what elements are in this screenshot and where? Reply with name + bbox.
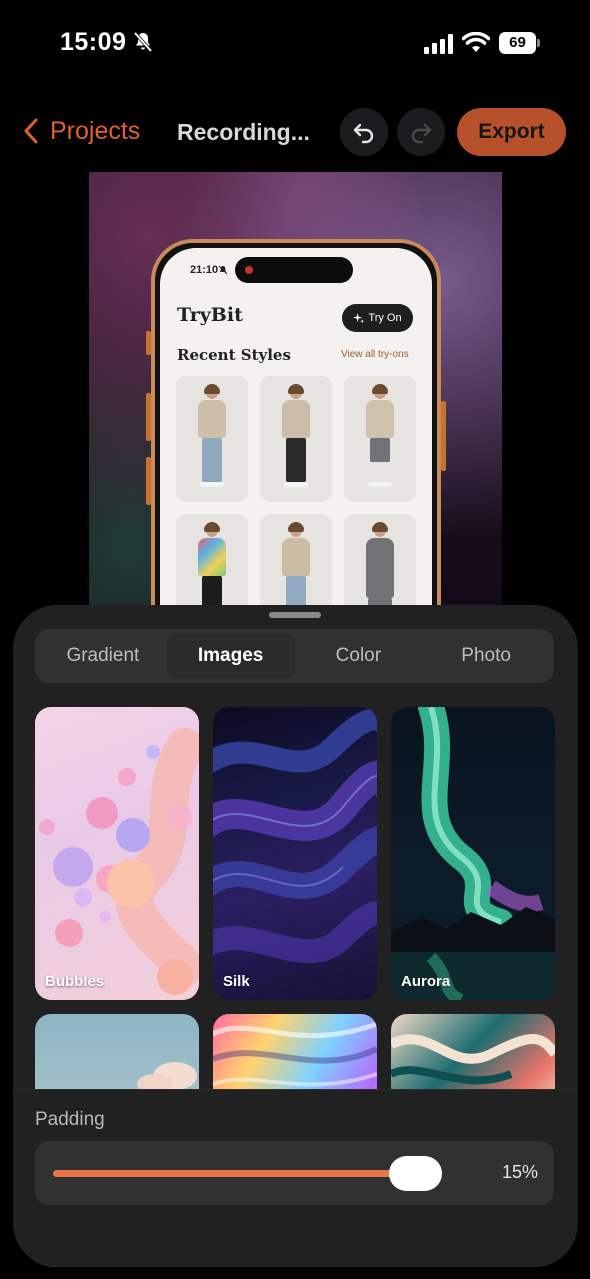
bubbles-thumbnail [39,728,199,995]
model-image [366,522,394,612]
style-card [260,376,332,502]
bell-slash-icon [218,265,228,275]
cellular-signal-icon [424,34,453,54]
background-tile-silk[interactable]: Silk [213,707,377,1000]
back-label: Projects [50,116,141,145]
battery-level: 69 [499,32,536,54]
model-image [366,384,394,487]
padding-label: Padding [35,1109,105,1130]
undo-button[interactable] [340,108,388,156]
bell-slash-icon [133,31,153,53]
model-image [282,522,310,612]
tab-color[interactable]: Color [295,633,423,679]
device-time: 21:10 [190,264,219,276]
try-on-button: Try On [342,304,413,332]
page-title: Recording... [177,119,310,145]
status-time: 15:09 [60,28,127,56]
dynamic-island [235,257,353,283]
redo-button[interactable] [397,108,445,156]
background-tile-aurora[interactable]: Aurora [391,707,555,1000]
redo-icon [411,123,432,144]
app-brand: TryBit [177,304,243,326]
recording-preview-canvas[interactable]: 21:10 TryBit Try On Recent Styles View a… [89,172,502,612]
padding-control: Padding 15% [13,1089,578,1267]
device-side-button [146,457,151,505]
device-side-button [441,401,446,471]
device-side-button [146,393,151,441]
padding-value: 15% [501,1162,538,1182]
nav-bar: Projects Recording... Export [0,105,590,157]
style-card [344,376,416,502]
sparkle-icon [353,312,365,323]
recording-dot [245,266,253,274]
background-type-tabs: Gradient Images Color Photo [35,629,554,683]
section-title: Recent Styles [177,346,291,364]
padding-slider-track[interactable] [53,1170,413,1177]
background-tile-bubbles[interactable]: Bubbles [35,707,199,1000]
sheet-grabber[interactable] [269,612,321,618]
silk-thumbnail [213,708,377,964]
style-card [344,514,416,612]
back-button[interactable]: Projects [22,113,140,149]
battery-tip [537,39,540,47]
device-frame: 21:10 TryBit Try On Recent Styles View a… [146,239,446,612]
tile-label: Silk [223,973,250,990]
style-card [260,514,332,612]
tab-images[interactable]: Images [166,633,295,679]
tile-label: Bubbles [45,973,105,990]
style-card [176,376,248,502]
style-card [176,514,248,612]
view-all-link: View all try-ons [341,349,409,360]
model-image [282,384,310,487]
padding-slider-container: 15% [35,1141,554,1205]
background-picker-sheet: Gradient Images Color Photo Bubbles Silk… [13,605,578,1267]
wifi-icon [462,32,490,52]
device-side-button [146,331,151,355]
aurora-thumbnail [391,707,555,1000]
chevron-left-icon [24,118,38,144]
export-button[interactable]: Export [457,108,566,156]
try-on-label: Try On [368,312,402,324]
model-image [198,384,226,487]
tile-label: Aurora [401,973,451,990]
battery-icon: 69 [499,32,541,54]
tab-photo[interactable]: Photo [422,633,550,679]
status-bar: 15:09 69 [0,0,590,90]
model-image [198,522,226,612]
undo-icon [353,123,374,144]
padding-slider-thumb[interactable] [389,1156,442,1191]
style-grid [176,376,416,612]
device-screen: 21:10 TryBit Try On Recent Styles View a… [160,248,432,612]
tab-gradient[interactable]: Gradient [39,633,167,679]
